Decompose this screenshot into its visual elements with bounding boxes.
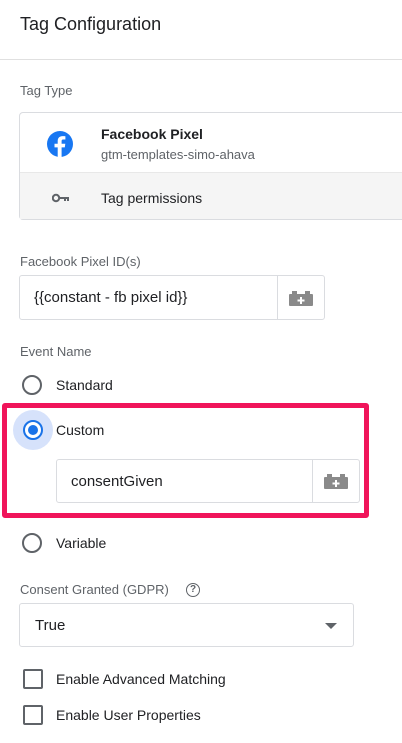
checkbox-advanced-matching-label: Enable Advanced Matching <box>56 671 226 687</box>
pixel-id-value: {{constant - fb pixel id}} <box>34 289 188 306</box>
tag-type-card[interactable]: Facebook Pixel gtm-templates-simo-ahava … <box>19 112 402 220</box>
page-title: Tag Configuration <box>20 14 162 34</box>
help-circle-icon[interactable]: ? <box>186 583 200 597</box>
tag-permissions-label: Tag permissions <box>101 190 203 206</box>
pixel-id-variable-button[interactable] <box>277 276 324 319</box>
checkbox-user-properties[interactable] <box>23 705 43 725</box>
consent-select[interactable]: True <box>19 603 354 647</box>
caret-down-icon <box>325 623 337 629</box>
radio-variable-label: Variable <box>56 535 107 551</box>
variable-block-icon <box>289 290 313 306</box>
header-divider <box>0 59 402 60</box>
annotation-highlight-box <box>2 403 369 518</box>
key-icon <box>52 193 69 203</box>
consent-label: Consent Granted (GDPR) <box>20 582 169 597</box>
tag-type-label: Tag Type <box>20 83 73 98</box>
radio-standard[interactable] <box>22 375 42 395</box>
tag-template-source: gtm-templates-simo-ahava <box>101 147 255 162</box>
pixel-id-field[interactable]: {{constant - fb pixel id}} <box>19 275 325 320</box>
consent-select-value: True <box>35 617 66 634</box>
tag-permissions-row[interactable]: Tag permissions <box>20 172 402 219</box>
tag-type-row[interactable]: Facebook Pixel gtm-templates-simo-ahava <box>20 113 402 172</box>
tag-name: Facebook Pixel <box>101 126 203 142</box>
radio-variable[interactable] <box>22 533 42 553</box>
radio-standard-label: Standard <box>56 377 113 393</box>
pixel-id-label: Facebook Pixel ID(s) <box>20 254 141 269</box>
checkbox-user-properties-label: Enable User Properties <box>56 707 201 723</box>
event-name-label: Event Name <box>20 344 92 359</box>
checkbox-advanced-matching[interactable] <box>23 669 43 689</box>
facebook-icon <box>47 131 73 157</box>
